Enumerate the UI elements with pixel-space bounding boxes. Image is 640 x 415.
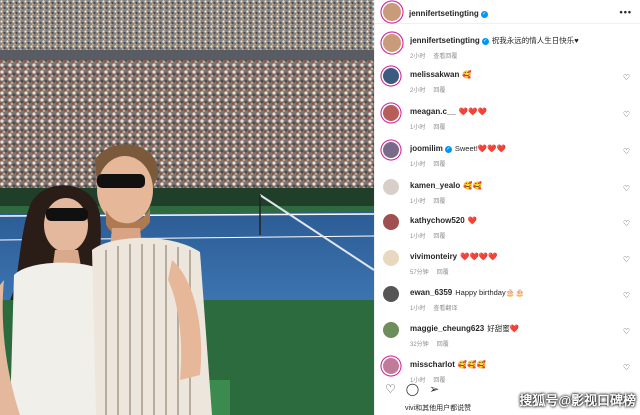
comment-username[interactable]: joomilim xyxy=(410,144,443,153)
verified-icon: ✓ xyxy=(481,38,489,45)
author-username[interactable]: jennifertsetingting xyxy=(409,9,479,18)
comment-username[interactable]: ewan_6359 xyxy=(410,288,452,297)
caption-text: 祝我永远的情人生日快乐♥ xyxy=(491,36,579,45)
reply-link[interactable]: 回覆 xyxy=(433,88,445,94)
send-icon[interactable]: ➢ xyxy=(429,383,439,395)
translate-link[interactable]: 查看翻译 xyxy=(433,306,457,312)
reply-link[interactable]: 回覆 xyxy=(433,199,445,205)
comment-username[interactable]: melissakwan xyxy=(410,70,459,79)
comment-username[interactable]: misscharlot xyxy=(410,360,455,369)
author-avatar[interactable] xyxy=(383,34,401,52)
comment-text: 🥰 xyxy=(462,70,472,79)
comment-username[interactable]: kathychow520 xyxy=(410,216,465,225)
commenter-avatar[interactable] xyxy=(383,322,399,338)
post-header: jennifertsetingting ✓ ••• xyxy=(375,0,640,24)
like-comment-icon[interactable]: ♡ xyxy=(623,184,630,193)
comment-time[interactable]: 2小时 xyxy=(410,88,425,94)
comment-username[interactable]: maggie_cheung623 xyxy=(410,324,484,333)
comment-username[interactable]: vivimonteiry xyxy=(410,252,457,261)
verified-icon: ✓ xyxy=(444,146,452,153)
like-comment-icon[interactable]: ♡ xyxy=(623,147,630,156)
commenter-avatar[interactable] xyxy=(383,214,399,230)
comment-text: ❤️❤️❤️❤️ xyxy=(460,252,498,261)
like-comment-icon[interactable]: ♡ xyxy=(623,255,630,264)
like-comment-icon[interactable]: ♡ xyxy=(623,110,630,119)
comment-text: 🥰🥰🥰 xyxy=(457,360,486,369)
comment-username[interactable]: meagan.c__ xyxy=(410,107,456,116)
commenter-avatar[interactable] xyxy=(383,105,399,121)
commenter-avatar[interactable] xyxy=(383,142,399,158)
comment-time[interactable]: 1小时 xyxy=(410,234,425,240)
commenter-avatar[interactable] xyxy=(383,179,399,195)
comment-time[interactable]: 1小时 xyxy=(410,199,425,205)
author-avatar[interactable] xyxy=(383,2,401,21)
commenter-avatar[interactable] xyxy=(383,286,399,302)
comment-text: ❤️ xyxy=(467,216,478,225)
like-comment-icon[interactable]: ♡ xyxy=(623,73,630,82)
like-comment-icon[interactable]: ♡ xyxy=(623,327,630,336)
comment-text: ❤️❤️❤️ xyxy=(458,107,487,116)
reply-link[interactable]: 回覆 xyxy=(433,162,445,168)
post-photo[interactable] xyxy=(0,0,374,415)
commenter-avatar[interactable] xyxy=(383,358,399,374)
like-comment-icon[interactable]: ♡ xyxy=(623,363,630,372)
reply-link[interactable]: 回覆 xyxy=(437,342,449,348)
comment-time[interactable]: 1小时 xyxy=(410,162,425,168)
comment-time[interactable]: 1小时 xyxy=(410,125,425,131)
caption-username[interactable]: jennifertsetingting xyxy=(410,36,480,45)
post-sidebar: jennifertsetingting ✓ ••• jennifertseting… xyxy=(374,0,640,415)
comment-text: Sweet!❤️❤️❤️ xyxy=(454,144,506,153)
like-comment-icon[interactable]: ♡ xyxy=(623,219,630,228)
reply-link[interactable]: 回覆 xyxy=(437,270,449,276)
comment-icon[interactable]: ◯ xyxy=(406,383,419,395)
like-comment-icon[interactable]: ♡ xyxy=(623,291,630,300)
watermark: 搜狐号@影视口碑榜 xyxy=(519,393,636,408)
view-replies-link[interactable]: 查看回覆 xyxy=(433,54,457,60)
verified-icon: ✓ xyxy=(480,10,488,18)
reply-link[interactable]: 回覆 xyxy=(433,234,445,240)
comment-username[interactable]: kamen_yealo xyxy=(410,181,460,190)
comment-time[interactable]: 1小时 xyxy=(410,306,425,312)
commenter-avatar[interactable] xyxy=(383,250,399,266)
likes-summary[interactable]: vivi和其他用户都说赞 xyxy=(405,403,471,413)
comment-text: 🥰🥰 xyxy=(463,181,482,190)
comment-text: Happy birthday🎂🎂 xyxy=(455,288,525,297)
comment-text: 好甜蜜❤️ xyxy=(487,324,520,333)
comment-time[interactable]: 32分钟 xyxy=(410,342,429,348)
commenter-avatar[interactable] xyxy=(383,68,399,84)
more-options-icon[interactable]: ••• xyxy=(620,7,632,17)
comment-time[interactable]: 57分钟 xyxy=(410,270,429,276)
heart-outline-icon[interactable]: ♡ xyxy=(385,383,396,395)
tennis-stadium-photo xyxy=(0,0,374,415)
reply-link[interactable]: 回覆 xyxy=(433,125,445,131)
caption-time[interactable]: 2小时 xyxy=(410,54,425,60)
